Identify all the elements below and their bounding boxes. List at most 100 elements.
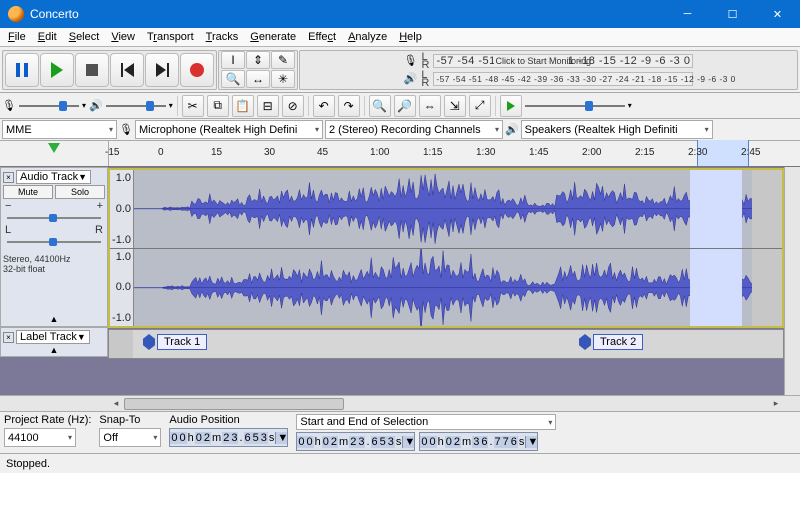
playhead-icon[interactable]	[48, 143, 60, 153]
play-meter-bar[interactable]: -57 -54 -51 -48 -45 -42 -39 -36 -33 -30 …	[433, 72, 693, 86]
track-format: Stereo, 44100Hz 32-bit float	[3, 254, 105, 274]
transport-toolbar: I ⇕ ✎ 🔍 ↔ ✳ 🎙 LR -57 -54 -51 -48 -45 -42…	[0, 47, 800, 93]
close-button[interactable]: ✕	[755, 0, 800, 28]
speaker-icon: 🔊	[505, 123, 519, 136]
skip-start-button[interactable]	[110, 53, 144, 87]
minimize-button[interactable]: ─	[665, 0, 710, 28]
draw-tool[interactable]: ✎	[271, 51, 295, 69]
mute-button[interactable]: Mute	[3, 185, 53, 199]
label-marker[interactable]: Track 2	[579, 334, 643, 350]
menu-view[interactable]: View	[105, 30, 141, 44]
pan-slider[interactable]	[3, 237, 105, 247]
menubar: File Edit Select View Transport Tracks G…	[0, 28, 800, 47]
redo-button[interactable]: ↷	[338, 95, 360, 117]
menu-generate[interactable]: Generate	[244, 30, 302, 44]
vertical-scrollbar[interactable]	[784, 167, 800, 395]
selection-mode-combo[interactable]: Start and End of Selection▾	[296, 414, 556, 430]
cut-button[interactable]: ✂	[182, 95, 204, 117]
menu-select[interactable]: Select	[63, 30, 106, 44]
audio-track-header: ×Audio Track ▼ MuteSolo −+ LR Stereo, 44…	[0, 167, 108, 327]
silence-button[interactable]: ⊘	[282, 95, 304, 117]
play-volume-slider[interactable]	[106, 99, 166, 113]
project-rate-label: Project Rate (Hz):	[4, 414, 91, 426]
track-menu[interactable]: Label Track ▼	[16, 330, 90, 344]
snap-combo[interactable]: Off▾	[99, 428, 161, 447]
label-handle-icon[interactable]	[579, 334, 591, 350]
maximize-button[interactable]: ☐	[710, 0, 755, 28]
position-label: Audio Position	[169, 414, 288, 426]
app-icon	[8, 6, 24, 22]
zoom-in-button[interactable]: 🔍	[369, 95, 391, 117]
menu-edit[interactable]: Edit	[32, 30, 63, 44]
channel-left[interactable]: 1.00.0-1.0	[110, 170, 782, 249]
selection-toolbar: Project Rate (Hz): 44100▾ Snap-To Off▾ A…	[0, 411, 800, 453]
collapse-button[interactable]: ▲	[1, 345, 107, 355]
track-close-button[interactable]: ×	[3, 332, 14, 343]
undo-button[interactable]: ↶	[313, 95, 335, 117]
track-close-button[interactable]: ×	[3, 172, 14, 183]
horizontal-scrollbar[interactable]: ◂ ▸	[0, 395, 800, 411]
label-marker[interactable]: Track 1	[143, 334, 207, 350]
zoom-out-button[interactable]: 🔎	[394, 95, 416, 117]
menu-transport[interactable]: Transport	[141, 30, 200, 44]
selection-end-field[interactable]: 00h02m36.776s▼	[419, 432, 538, 451]
mic-icon: 🎙	[2, 99, 16, 112]
track-menu[interactable]: Audio Track ▼	[16, 170, 91, 184]
play-button[interactable]	[40, 53, 74, 87]
zoom-toggle-button[interactable]: ⤢	[469, 95, 491, 117]
record-channels-combo[interactable]: 2 (Stereo) Recording Channels▾	[325, 120, 503, 139]
lr-labels: LR	[422, 53, 430, 69]
play-device-combo[interactable]: Speakers (Realtek High Definiti▾	[521, 120, 713, 139]
fit-project-button[interactable]: ⇲	[444, 95, 466, 117]
fit-selection-button[interactable]: ⇔	[419, 95, 441, 117]
label-handle-icon[interactable]	[143, 334, 155, 350]
collapse-button[interactable]: ▲	[1, 314, 107, 324]
audio-position-field[interactable]: 00h02m23.653s▼	[169, 428, 288, 447]
timeshift-tool[interactable]: ↔	[246, 70, 270, 88]
mic-icon: 🎙	[404, 54, 418, 67]
audio-host-combo[interactable]: MME▾	[2, 120, 117, 139]
record-button[interactable]	[180, 53, 214, 87]
speaker-icon: 🔊	[89, 99, 103, 112]
secondary-toolbar: 🎙 ▾ 🔊 ▾ ✂ ⧉ 📋 ⊟ ⊘ ↶ ↷ 🔍 🔎 ⇔ ⇲ ⤢ ▾	[0, 93, 800, 119]
multi-tool[interactable]: ✳	[271, 70, 295, 88]
paste-button[interactable]: 📋	[232, 95, 254, 117]
snap-label: Snap-To	[99, 414, 161, 426]
stop-icon	[86, 64, 98, 76]
pause-button[interactable]	[5, 53, 39, 87]
play-at-speed-button[interactable]	[500, 95, 522, 117]
menu-tracks[interactable]: Tracks	[200, 30, 245, 44]
timeline-ruler[interactable]: -1501530451:001:151:301:452:002:152:302:…	[0, 141, 800, 167]
play-icon	[51, 62, 63, 78]
stop-button[interactable]	[75, 53, 109, 87]
tools-panel: I ⇕ ✎ 🔍 ↔ ✳	[218, 50, 298, 90]
skip-end-button[interactable]	[145, 53, 179, 87]
label-track-header: ×Label Track ▼ ▲	[0, 327, 108, 357]
audio-track[interactable]: 1.00.0-1.0 1.00.0-1.0	[108, 168, 784, 328]
envelope-tool[interactable]: ⇕	[246, 51, 270, 69]
record-meter-bar[interactable]: -57 -54 -51 -48 -45 -42 Click to Start M…	[433, 54, 693, 68]
track-area: ×Audio Track ▼ MuteSolo −+ LR Stereo, 44…	[0, 167, 800, 395]
record-volume-slider[interactable]	[19, 99, 79, 113]
project-rate-combo[interactable]: 44100▾	[4, 428, 76, 447]
menu-analyze[interactable]: Analyze	[342, 30, 393, 44]
play-speed-slider[interactable]	[525, 99, 625, 113]
menu-file[interactable]: File	[2, 30, 32, 44]
copy-button[interactable]: ⧉	[207, 95, 229, 117]
menu-help[interactable]: Help	[393, 30, 428, 44]
window-title: Concerto	[30, 7, 665, 21]
speaker-icon: 🔊	[404, 72, 418, 85]
record-meter: 🎙 LR -57 -54 -51 -48 -45 -42 Click to St…	[299, 50, 798, 90]
gain-slider[interactable]	[3, 213, 105, 223]
channel-right[interactable]: 1.00.0-1.0	[110, 249, 782, 327]
zoom-tool[interactable]: 🔍	[221, 70, 245, 88]
mic-icon: 🎙	[119, 123, 133, 136]
menu-effect[interactable]: Effect	[302, 30, 342, 44]
transport-panel	[2, 50, 217, 90]
trim-button[interactable]: ⊟	[257, 95, 279, 117]
selection-start-field[interactable]: 00h02m23.653s▼	[296, 432, 415, 451]
label-track[interactable]: Track 1 Track 2	[108, 329, 784, 359]
selection-tool[interactable]: I	[221, 51, 245, 69]
record-device-combo[interactable]: Microphone (Realtek High Defini▾	[135, 120, 323, 139]
solo-button[interactable]: Solo	[55, 185, 105, 199]
